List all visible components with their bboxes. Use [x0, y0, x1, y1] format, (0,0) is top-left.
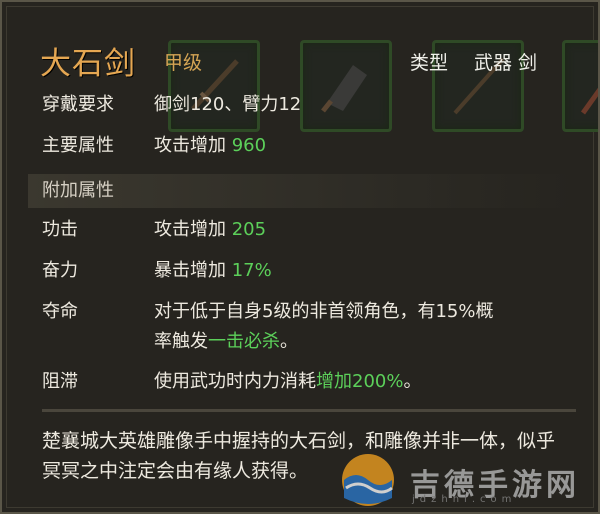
extra-attributes-header: 附加属性	[28, 174, 576, 208]
extra-key: 阻滞	[42, 371, 78, 392]
extra-value: 对于低于自身5级的非首领角色，有15%概 率触发一击必杀。	[154, 301, 494, 352]
watermark: 吉德手游网 jdzhnl.com	[332, 450, 594, 510]
cleaver-icon	[321, 65, 367, 113]
extra-key: 夺命	[42, 301, 78, 322]
stat-key: 主要属性	[42, 135, 114, 156]
extra-key: 功击	[42, 219, 78, 240]
divider	[42, 409, 576, 412]
item-grade: 甲级	[164, 52, 203, 74]
stat-highlight: 960	[231, 135, 267, 156]
extra-highlight: 205	[231, 219, 267, 240]
weapon-icon	[580, 87, 598, 115]
item-name: 大石剑	[40, 46, 136, 82]
item-type-label: 类型	[410, 52, 449, 74]
watermark-logo-icon	[342, 454, 394, 506]
extra-highlight: 增加200%	[316, 371, 404, 392]
extra-highlight: 17%	[231, 260, 272, 281]
equipment-slot[interactable]	[300, 40, 392, 132]
extra-key: 奋力	[42, 260, 78, 281]
stat-key: 穿戴要求	[42, 94, 114, 115]
extra-value: 暴击增加 17%	[154, 260, 272, 281]
extra-value: 攻击增加 205	[154, 219, 267, 240]
equipment-slot[interactable]	[562, 40, 598, 132]
extra-attributes-header-label: 附加属性	[42, 180, 114, 201]
extra-highlight: 一击必杀	[208, 331, 280, 352]
item-tooltip-panel: 大石剑 甲级 类型 武器 剑 穿戴要求 御剑120、臂力12 主要属性 攻击增加…	[0, 0, 600, 514]
extra-value: 使用武功时内力消耗增加200%。	[154, 371, 422, 392]
watermark-url: jdzhnl.com	[412, 494, 517, 505]
stat-value: 御剑120、臂力12	[154, 94, 302, 115]
item-type-value: 武器 剑	[474, 52, 538, 74]
stat-value: 攻击增加 960	[154, 135, 267, 156]
